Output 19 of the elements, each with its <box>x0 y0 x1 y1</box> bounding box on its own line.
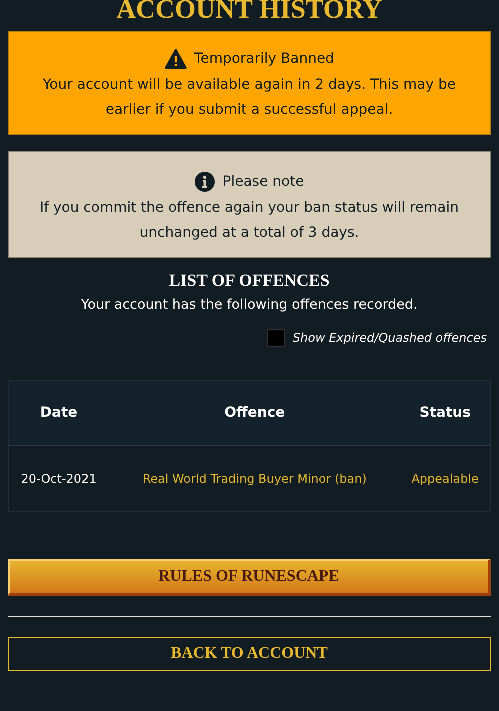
info-icon <box>194 172 215 192</box>
warning-icon <box>164 49 187 69</box>
back-button[interactable]: BACK TO ACCOUNT <box>8 637 491 671</box>
column-header: Date <box>8 380 110 446</box>
checkbox-label: Show Expired/Quashed offences <box>292 331 487 345</box>
page-title: ACCOUNT HISTORY <box>116 0 382 21</box>
rules-button[interactable]: RULES OF RUNESCAPE <box>8 559 491 596</box>
alert-title: Temporarily Banned <box>194 51 334 67</box>
section-heading: LIST OF OFFENCES <box>169 271 330 291</box>
alert-title: Please note <box>222 174 304 190</box>
column-header: Offence <box>109 380 401 446</box>
table-cell: Appealable <box>400 446 490 512</box>
alert-message: If you commit the offence again your ban status will remain unchanged at a total of 3 days. <box>39 199 460 243</box>
section-description: Your account has the following offences recorded. <box>81 297 418 313</box>
table-cell: 20-Oct-2021 <box>8 446 110 512</box>
column-header: Status <box>400 380 490 446</box>
table-cell: Real World Trading Buyer Minor (ban) <box>109 446 401 512</box>
checkbox[interactable] <box>266 329 285 347</box>
alert-message: Your account will be available again in 2 days. This may be earlier if you submit a successful appeal. <box>42 76 457 120</box>
